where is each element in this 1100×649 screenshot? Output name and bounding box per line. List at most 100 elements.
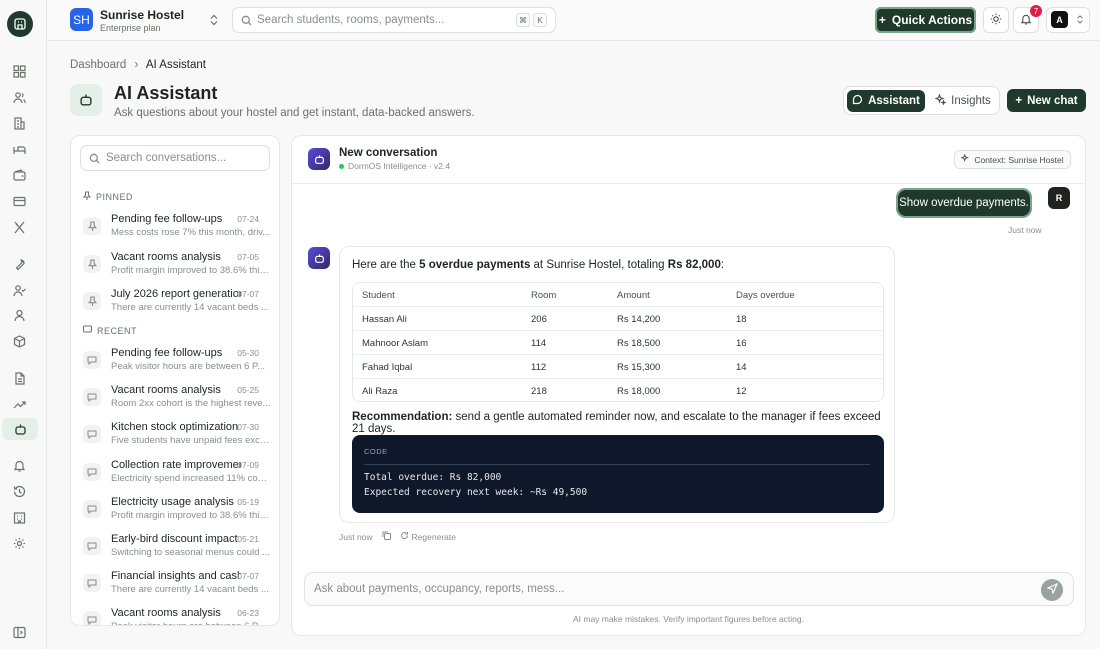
history-icon[interactable]: [10, 482, 28, 500]
ai-assistant-icon[interactable]: [2, 418, 38, 440]
global-search-input[interactable]: Search students, rooms, payments... ⌘ K: [232, 7, 556, 33]
conversation-search-input[interactable]: Search conversations...: [80, 145, 270, 171]
conversation-item[interactable]: Early-bird discount impact 05-21 Switching…: [83, 533, 271, 563]
conversation-date: 07-30: [237, 422, 259, 433]
bell-icon: [1020, 13, 1032, 28]
tab-assistant[interactable]: Assistant: [847, 90, 925, 112]
recent-section-label: RECENT: [83, 325, 137, 336]
conversation-preview: Profit margin improved to 38.6% this...: [111, 264, 271, 276]
chat-bubble-icon: [83, 537, 101, 555]
chat-bubble-icon: [83, 499, 101, 518]
copy-button[interactable]: [382, 531, 391, 542]
conversation-date: 06-23: [237, 608, 259, 619]
utensils-icon[interactable]: [10, 218, 28, 236]
conversation-item[interactable]: Vacant rooms analysis 05-25 Room 2xx cohor…: [83, 384, 271, 414]
collapse-sidebar-icon[interactable]: [10, 623, 28, 641]
trending-icon[interactable]: [10, 395, 28, 413]
conversation-item[interactable]: Collection rate improvement 07-09 Electric…: [83, 459, 271, 489]
bell-icon[interactable]: [10, 456, 28, 474]
app-logo-icon[interactable]: [7, 11, 33, 37]
tab-insights-label: Insights: [951, 95, 991, 107]
settings-icon[interactable]: [10, 534, 28, 552]
model-status: DormOS Intelligence · v2.4: [339, 161, 450, 171]
table-cell: 14: [736, 362, 747, 373]
user-check-icon[interactable]: [10, 281, 28, 299]
dashboard-icon[interactable]: [10, 62, 28, 80]
chevron-right-icon: ›: [134, 59, 139, 71]
send-button[interactable]: [1041, 579, 1063, 601]
context-badge[interactable]: Context: Sunrise Hostel: [954, 150, 1071, 169]
kbd-k: K: [533, 13, 547, 27]
code-block: CODE Total overdue: Rs 82,000 Expected r…: [352, 435, 884, 513]
tab-insights[interactable]: Insights: [928, 90, 998, 112]
conversation-title: Vacant rooms analysis: [111, 384, 221, 397]
chat-bubble-icon: [83, 611, 101, 625]
model-name: DormOS Intelligence · v2.4: [348, 161, 451, 171]
conversation-title: Electricity usage analysis: [111, 495, 234, 508]
breadcrumb-current: AI Assistant: [145, 59, 206, 71]
recent-label: RECENT: [97, 325, 138, 336]
user-avatar: R: [1048, 187, 1070, 209]
conversation-item[interactable]: Pending fee follow-ups 05-30 Peak visitor …: [83, 347, 271, 377]
chevron-updown-icon[interactable]: [1076, 14, 1084, 28]
building-icon[interactable]: [10, 114, 28, 132]
conversation-preview: Five students have unpaid fees exce...: [111, 435, 271, 447]
table-header-row: Student Room Amount Days overdue: [353, 283, 883, 307]
bot-avatar-icon: [308, 148, 330, 170]
conversation-preview: Switching to seasonal menus could ...: [111, 547, 270, 558]
code-divider: [364, 464, 870, 465]
new-chat-label: New chat: [1027, 94, 1078, 107]
workspace-name[interactable]: Sunrise Hostel: [100, 8, 184, 22]
quick-actions-button[interactable]: + Quick Actions: [875, 7, 976, 33]
table-cell: 18: [736, 314, 747, 325]
page-subtitle: Ask questions about your hostel and get …: [114, 107, 475, 119]
conversation-date: 07-24: [237, 214, 259, 224]
table-cell: Rs 15,300: [617, 362, 661, 373]
page-title: AI Assistant: [114, 83, 218, 103]
table-row: Mahnoor Aslam 114 Rs 18,500 16: [353, 331, 883, 355]
table-header-cell: Student: [362, 290, 395, 301]
view-toggle: Assistant Insights: [843, 86, 1000, 115]
staff-icon[interactable]: [10, 306, 28, 324]
office-icon[interactable]: [10, 508, 28, 526]
conversation-item[interactable]: Vacant rooms analysis 06-23 Peak visitor h…: [83, 607, 271, 625]
wrench-icon[interactable]: [10, 255, 28, 273]
students-icon[interactable]: [10, 88, 28, 106]
table-cell: Rs 14,200: [617, 314, 661, 325]
pinned-label: PINNED: [96, 191, 134, 202]
conversation-title: Collection rate improvement: [111, 458, 241, 471]
regenerate-button[interactable]: Regenerate: [400, 531, 456, 542]
conversation-search-placeholder: Search conversations...: [106, 152, 227, 164]
conversation-item[interactable]: July 2026 report generation 07-07 There ar…: [83, 288, 271, 318]
table-cell: 16: [736, 338, 747, 349]
bed-icon[interactable]: [10, 140, 28, 158]
conversation-item[interactable]: Kitchen stock optimization 07-30 Five stud…: [83, 421, 271, 451]
pin-icon: [83, 292, 101, 310]
code-line: Total overdue: Rs 82,000: [364, 472, 502, 483]
conversation-item[interactable]: Electricity usage analysis 05-19 Profit ma…: [83, 496, 271, 526]
regenerate-label: Regenerate: [411, 531, 456, 542]
conversation-item[interactable]: Financial insights and cash... 07-07 There…: [83, 570, 271, 600]
new-chat-button[interactable]: + New chat: [1007, 89, 1086, 112]
intro-text-mid: at Sunrise Hostel, totaling: [530, 259, 668, 271]
wallet-icon[interactable]: [10, 166, 28, 184]
theme-toggle-button[interactable]: [983, 7, 1009, 33]
recommendation: Recommendation: send a gentle automated …: [352, 411, 894, 435]
conversation-item[interactable]: Pending fee follow-ups 07-24 Mess costs ro…: [83, 213, 271, 243]
user-avatar[interactable]: A: [1051, 11, 1068, 28]
workspace-avatar[interactable]: SH: [70, 8, 93, 31]
search-placeholder: Search students, rooms, payments...: [257, 14, 445, 26]
conversation-item[interactable]: Vacant rooms analysis 07-05 Profit margin …: [83, 251, 271, 281]
card-icon[interactable]: [10, 192, 28, 210]
user-message-bubble: Show overdue payments.: [896, 188, 1032, 218]
search-icon: [89, 153, 100, 167]
chat-composer-input[interactable]: Ask about payments, occupancy, reports, …: [304, 572, 1074, 606]
composer-placeholder: Ask about payments, occupancy, reports, …: [314, 583, 565, 595]
file-icon[interactable]: [10, 369, 28, 387]
breadcrumb-dashboard-link[interactable]: Dashboard: [70, 59, 126, 71]
conversation-preview: Profit margin improved to 38.6% this...: [111, 509, 271, 521]
chevron-updown-icon[interactable]: [209, 14, 219, 29]
conversation-date: 07-09: [237, 459, 259, 470]
table-header-cell: Days overdue: [736, 290, 795, 301]
package-icon[interactable]: [10, 332, 28, 350]
